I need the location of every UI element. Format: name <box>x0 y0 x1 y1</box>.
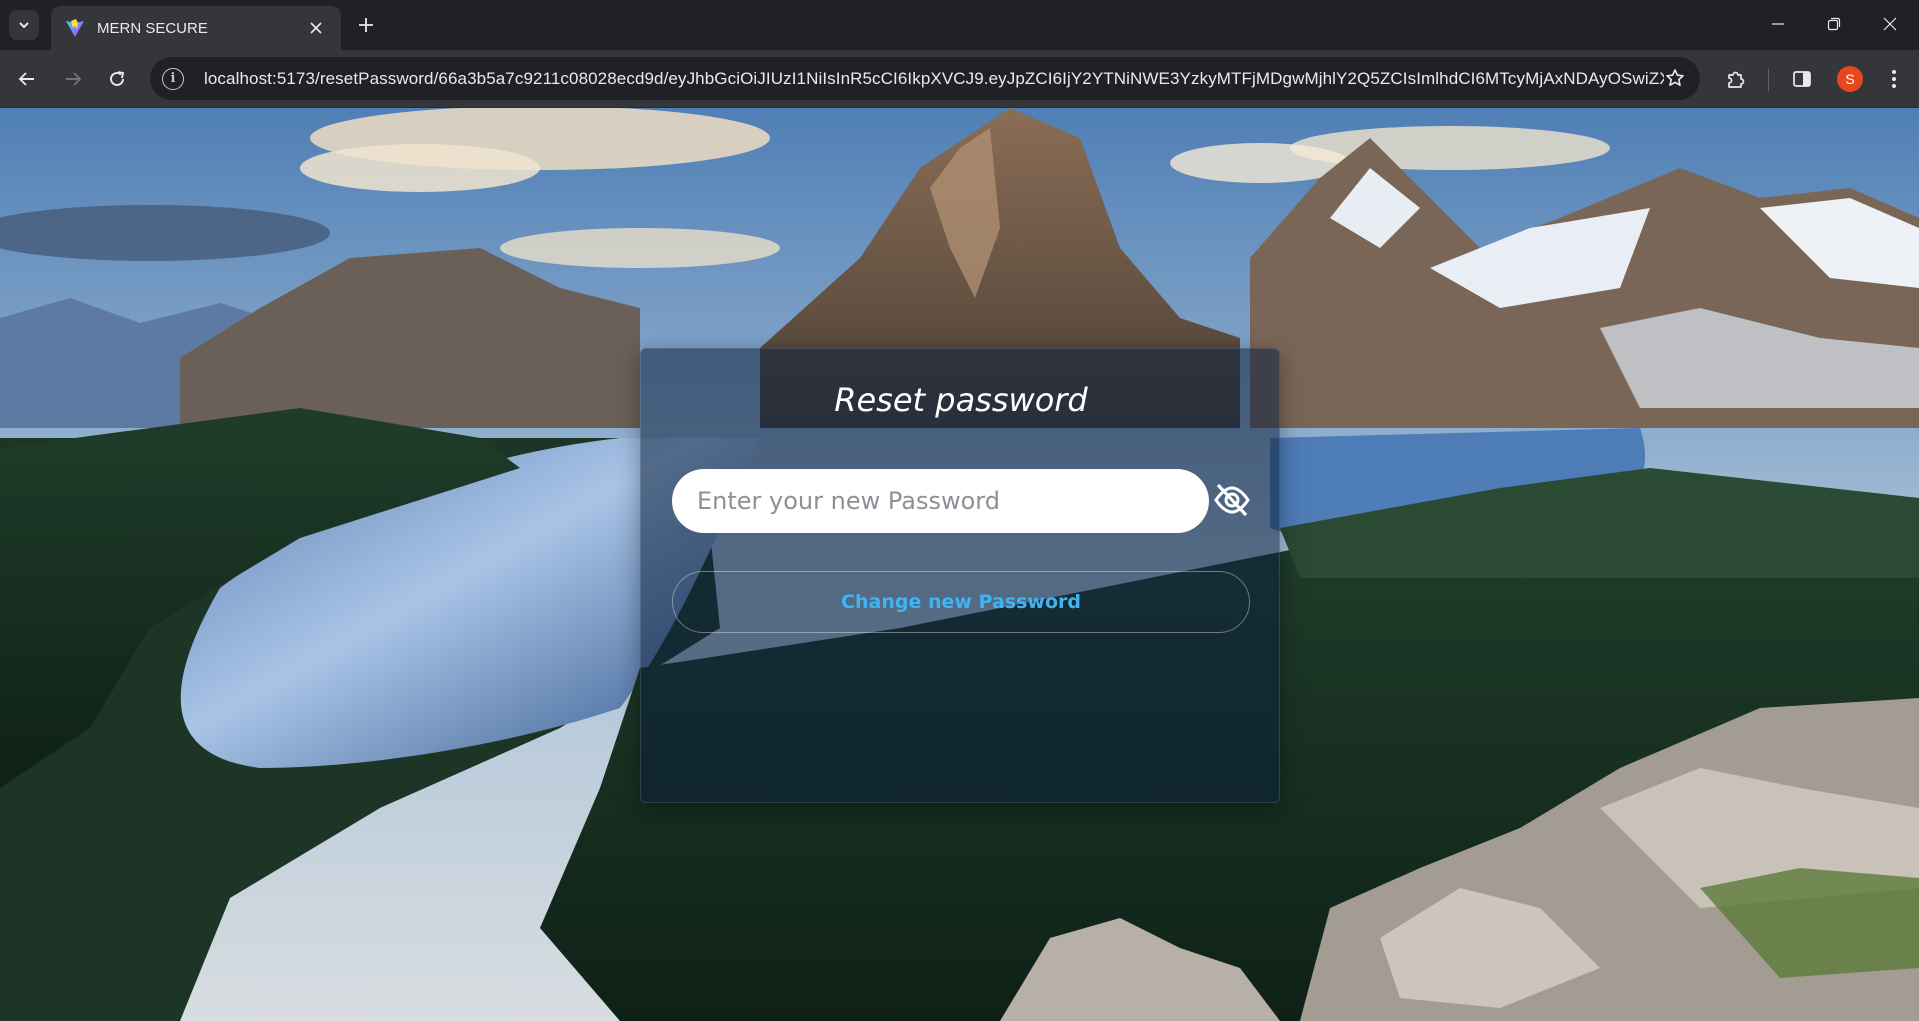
back-arrow-icon[interactable] <box>9 61 45 97</box>
minimize-icon[interactable] <box>1750 0 1806 48</box>
reset-password-card: Reset password Change new Password <box>640 348 1280 803</box>
browser-toolbar: i localhost:5173/resetPassword/66a3b5a7c… <box>0 50 1919 108</box>
close-icon[interactable] <box>305 17 327 39</box>
site-info-icon[interactable]: i <box>162 67 184 90</box>
page-viewport: Reset password Change new Password <box>0 108 1919 1021</box>
more-menu-icon[interactable] <box>1878 63 1910 95</box>
vite-favicon-icon <box>66 19 84 37</box>
tab-title: MERN SECURE <box>97 19 208 37</box>
bookmark-star-icon[interactable] <box>1664 67 1686 89</box>
window-close-icon[interactable] <box>1862 0 1918 48</box>
toolbar-divider <box>1768 69 1769 91</box>
extensions-icon[interactable] <box>1720 63 1752 95</box>
tab-search-icon[interactable] <box>9 10 39 40</box>
page-title: Reset password <box>834 381 1088 419</box>
avatar: S <box>1837 66 1863 92</box>
profile-avatar[interactable]: S <box>1834 63 1866 95</box>
forward-arrow-icon[interactable] <box>55 61 91 97</box>
reload-icon[interactable] <box>99 61 135 97</box>
side-panel-icon[interactable] <box>1786 63 1818 95</box>
restore-icon[interactable] <box>1806 0 1862 48</box>
new-password-input[interactable] <box>672 469 1209 533</box>
plus-icon[interactable] <box>351 10 381 40</box>
url-text[interactable]: localhost:5173/resetPassword/66a3b5a7c92… <box>204 69 1664 89</box>
change-password-button[interactable]: Change new Password <box>672 571 1250 633</box>
browser-tab-active[interactable]: MERN SECURE <box>51 6 341 50</box>
eye-slash-icon[interactable] <box>1209 477 1255 523</box>
address-bar[interactable]: i localhost:5173/resetPassword/66a3b5a7c… <box>150 57 1700 100</box>
browser-tab-strip: MERN SECURE <box>0 0 1919 50</box>
